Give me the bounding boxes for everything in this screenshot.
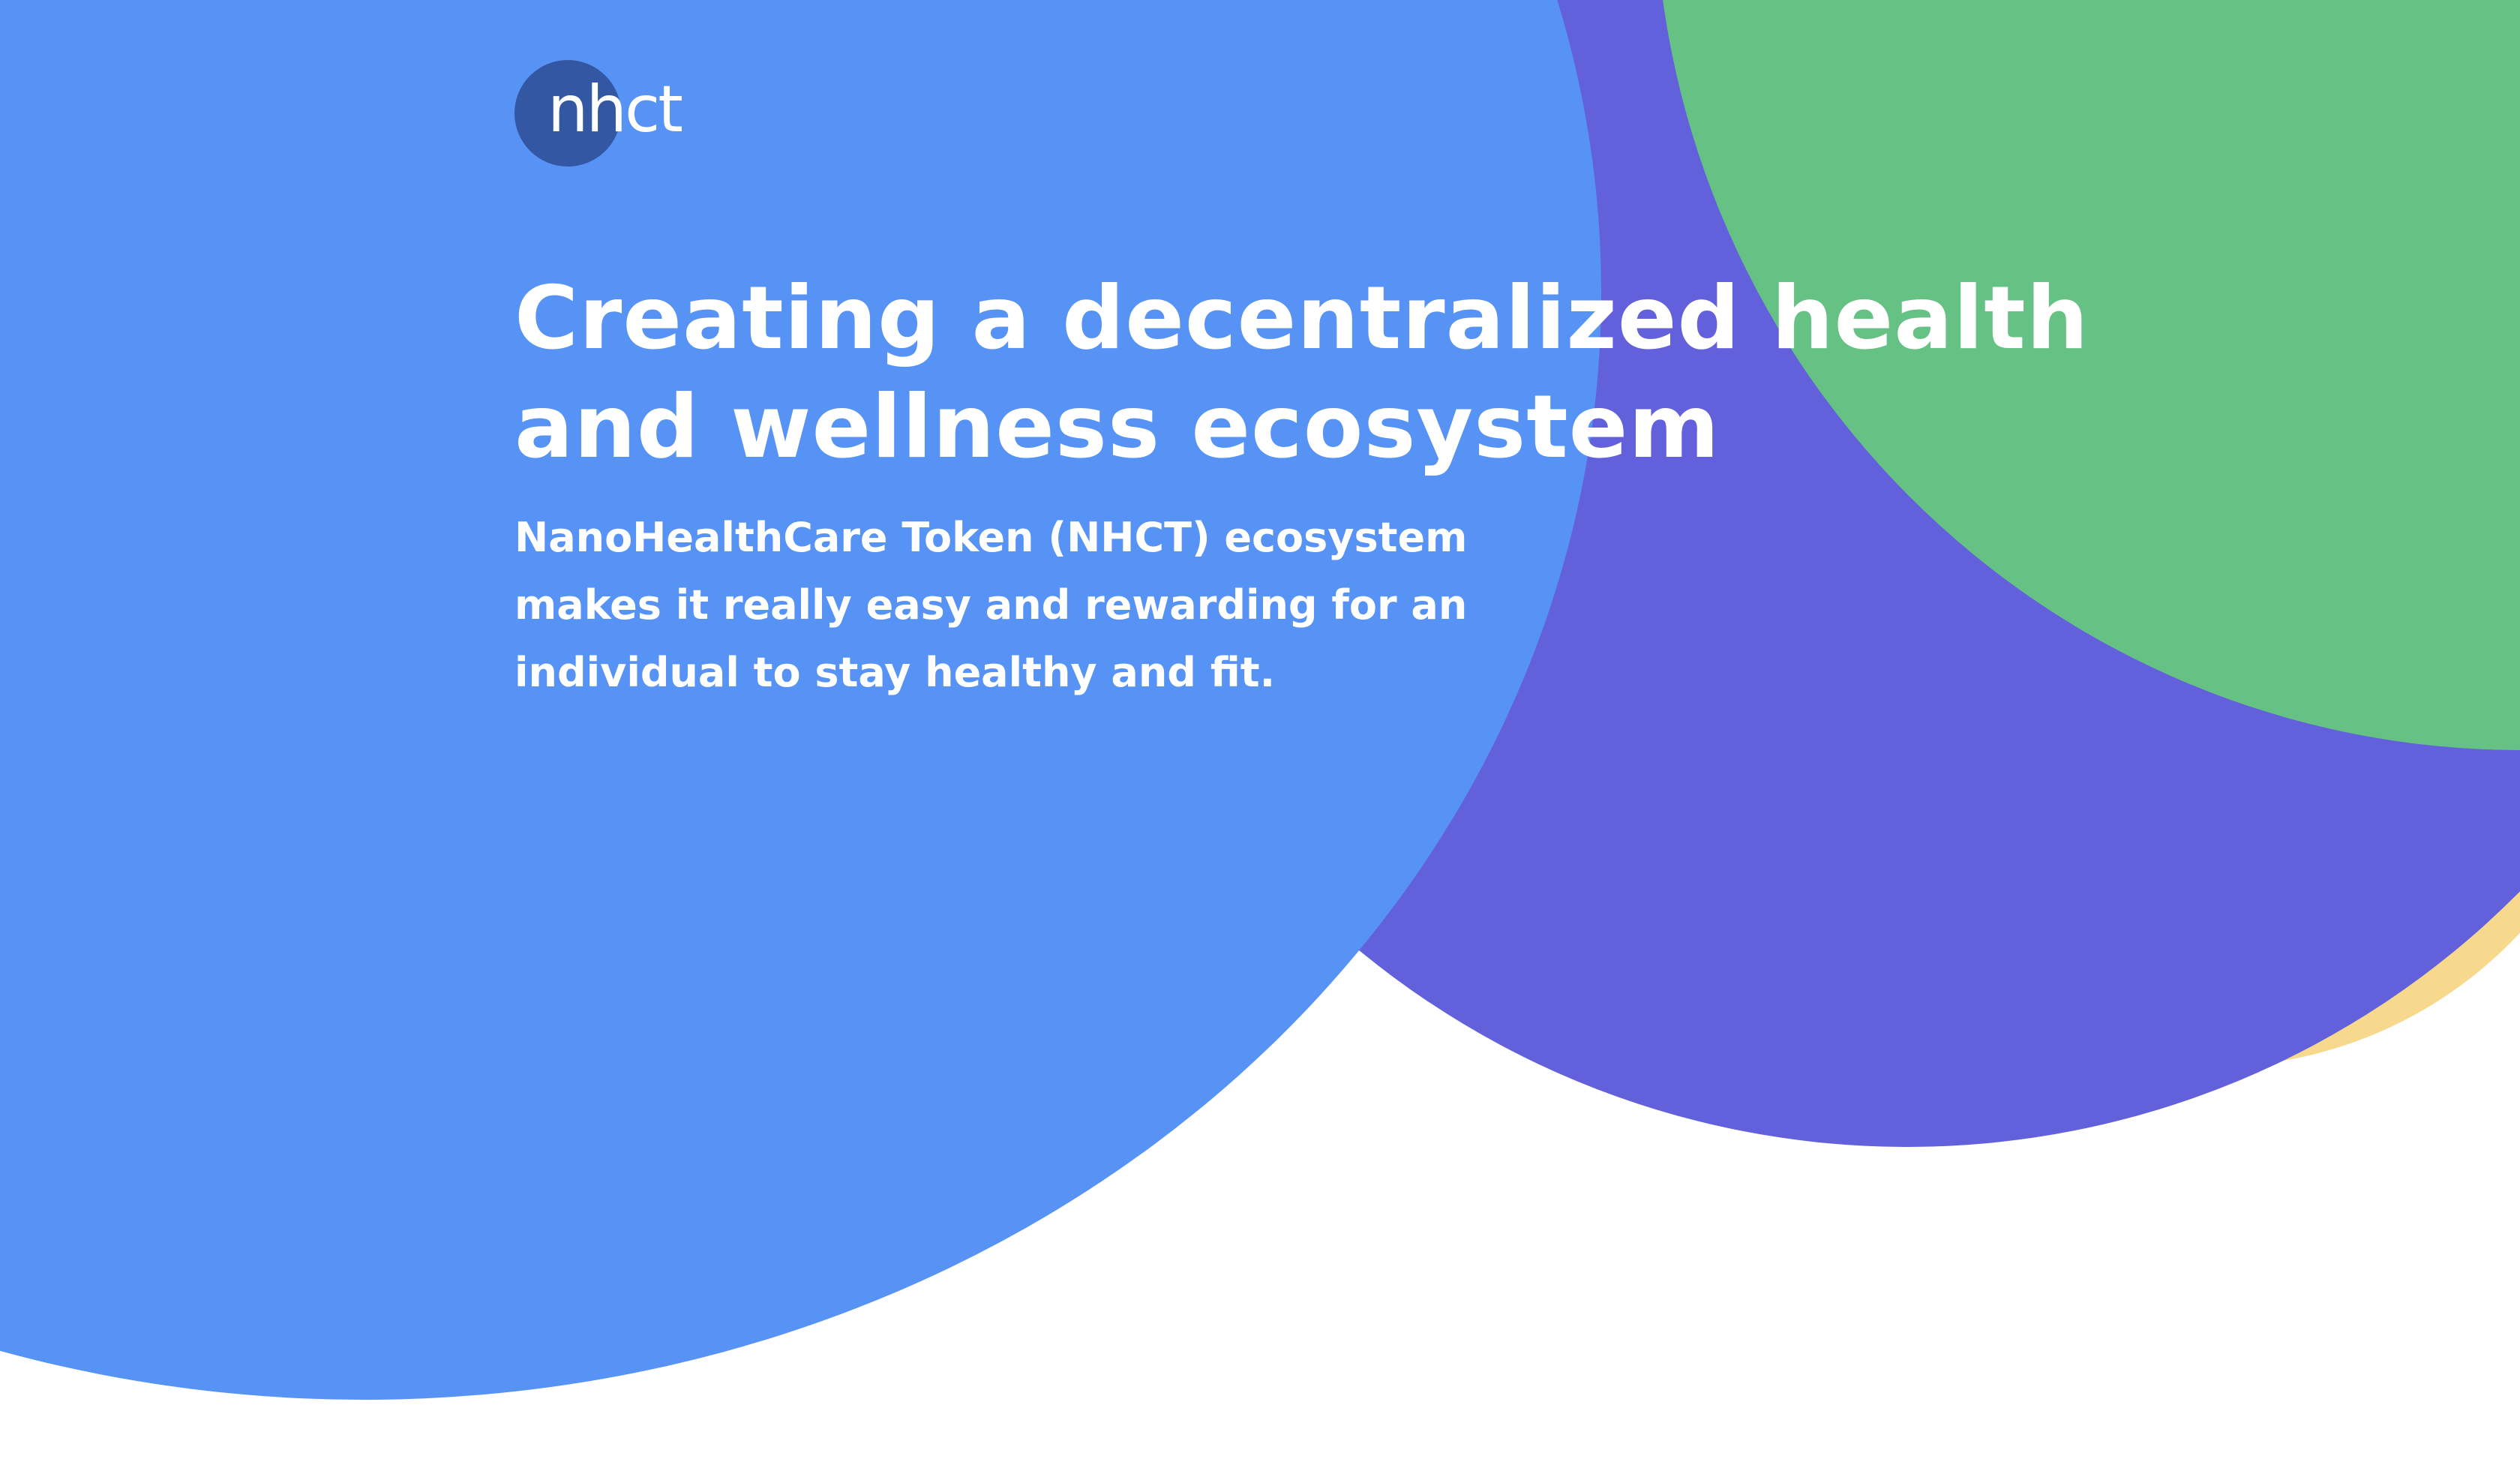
headline-line: Creating a decentralized health bbox=[514, 268, 2090, 369]
description-line: individual to stay healthy and fit. bbox=[514, 649, 1276, 696]
hero-headline: Creating a decentralized health and well… bbox=[514, 264, 2090, 482]
logo-text: nhct bbox=[548, 72, 683, 147]
description-line: NanoHealthCare Token (NHCT) ecosystem bbox=[514, 514, 1468, 561]
nhct-logo[interactable]: nhct bbox=[514, 60, 694, 169]
hero-description: NanoHealthCare Token (NHCT) ecosystem ma… bbox=[514, 504, 1468, 707]
hero-section: nhct Creating a decentralized health and… bbox=[0, 0, 2520, 1459]
headline-line: and wellness ecosystem bbox=[514, 377, 1720, 478]
description-line: makes it really easy and rewarding for a… bbox=[514, 581, 1468, 629]
